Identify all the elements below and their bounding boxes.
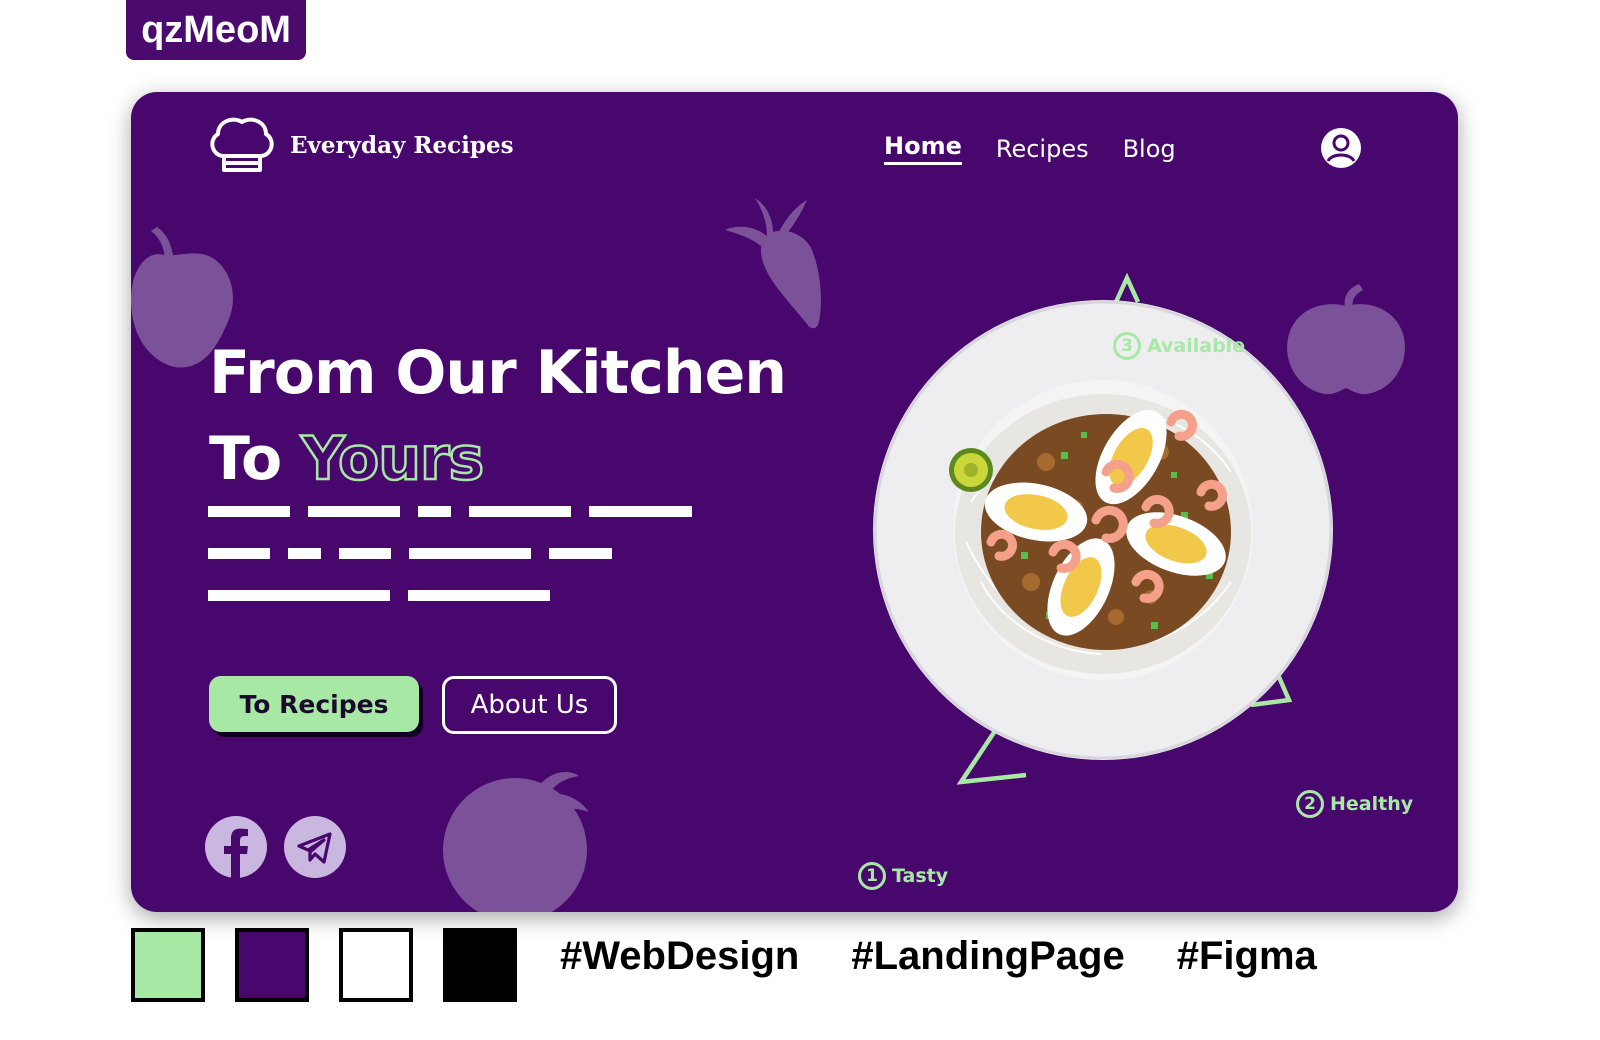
swatch-green: [131, 928, 205, 1002]
hashtags: #WebDesign #LandingPage #Figma: [560, 934, 1317, 979]
chef-hat-icon: [210, 117, 274, 172]
swatch-purple: [235, 928, 309, 1002]
to-recipes-button[interactable]: To Recipes: [209, 676, 419, 732]
hero-title-yours: Yours: [300, 423, 486, 496]
brand-name: Everyday Recipes: [290, 131, 514, 159]
hashtag: #LandingPage: [851, 934, 1125, 978]
user-circle-icon[interactable]: [1320, 127, 1362, 169]
food-plate-illustration: 1 Tasty 2 Healthy 3 Available: [831, 222, 1451, 890]
landing-page-card: Everyday Recipes Home Recipes Blog From …: [131, 92, 1458, 912]
nav-home[interactable]: Home: [884, 132, 962, 165]
feature-healthy: 2 Healthy: [1296, 790, 1413, 818]
hero-title-line2: To Yours: [209, 416, 786, 502]
facebook-icon[interactable]: [205, 816, 267, 878]
tomato-icon: [443, 772, 589, 912]
feature-label: Tasty: [892, 865, 949, 887]
feature-number: 2: [1296, 790, 1324, 818]
feature-number: 3: [1113, 332, 1141, 360]
watermark-label: qzMeoM: [126, 0, 306, 60]
about-us-button[interactable]: About Us: [442, 676, 617, 734]
color-palette: [131, 928, 517, 1002]
telegram-icon[interactable]: [284, 816, 346, 878]
brand-logo[interactable]: Everyday Recipes: [206, 114, 514, 176]
feature-available: 3 Available: [1113, 332, 1245, 360]
hero-title-to: To: [209, 424, 282, 494]
feature-label: Available: [1147, 335, 1246, 357]
hero-title: From Our Kitchen To Yours: [209, 330, 787, 502]
plate-graphic: [873, 272, 1333, 785]
swatch-black: [443, 928, 517, 1002]
carrot-icon: [725, 198, 821, 329]
hero-title-line1: From Our Kitchen: [209, 338, 787, 408]
feature-number: 1: [858, 862, 886, 890]
swatch-white: [339, 928, 413, 1002]
feature-label: Healthy: [1330, 793, 1414, 815]
nav-recipes[interactable]: Recipes: [996, 135, 1089, 163]
feature-tasty: 1 Tasty: [858, 862, 948, 890]
hashtag: #WebDesign: [560, 934, 800, 978]
main-nav: Home Recipes Blog: [884, 132, 1176, 165]
hashtag: #Figma: [1176, 934, 1317, 978]
nav-blog[interactable]: Blog: [1123, 135, 1176, 163]
